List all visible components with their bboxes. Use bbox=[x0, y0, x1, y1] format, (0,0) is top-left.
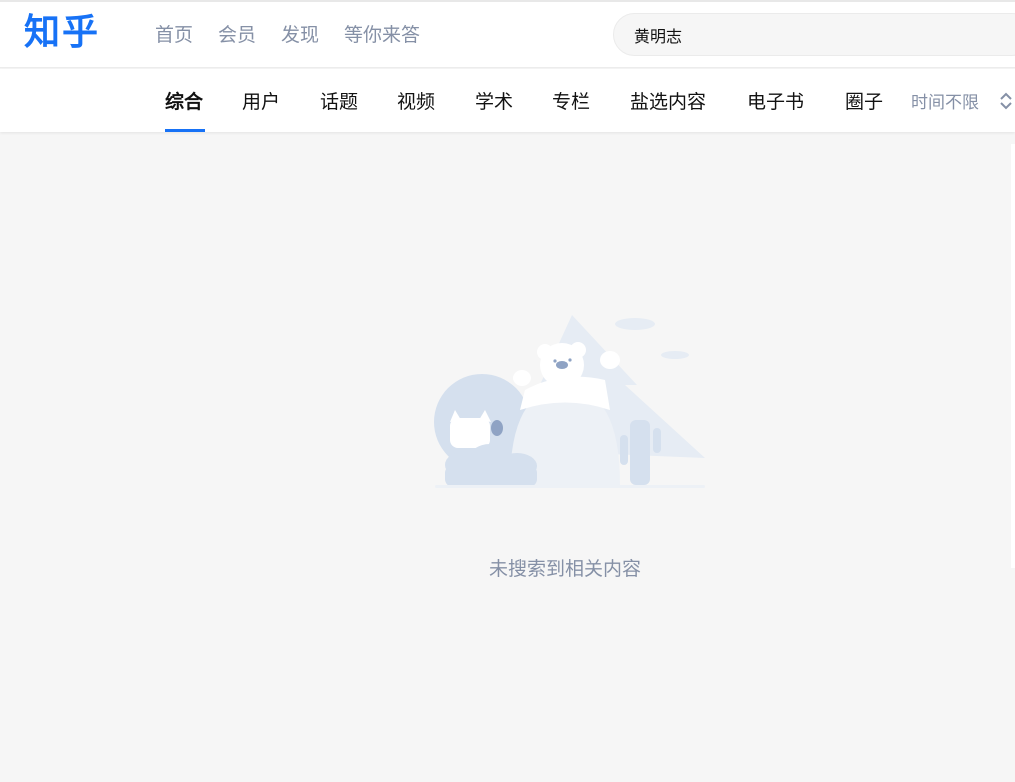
tab-salt-selection[interactable]: 盐选内容 bbox=[630, 89, 706, 115]
time-filter-select[interactable]: 时间不限 bbox=[911, 91, 979, 115]
search-box[interactable] bbox=[613, 13, 1015, 56]
top-header: 知乎 首页 会员 发现 等你来答 bbox=[0, 2, 1015, 68]
tab-circles[interactable]: 圈子 bbox=[845, 89, 883, 115]
zhihu-logo[interactable]: 知乎 bbox=[24, 12, 100, 54]
search-tab-bar: 综合 用户 话题 视频 学术 专栏 盐选内容 电子书 圈子 时间不限 bbox=[0, 69, 1015, 132]
tab-academic[interactable]: 学术 bbox=[475, 89, 513, 115]
tab-columns[interactable]: 专栏 bbox=[552, 89, 590, 115]
nav-discover[interactable]: 发现 bbox=[281, 22, 319, 48]
right-scroll-strip bbox=[1011, 144, 1015, 568]
nav-waiting-answers[interactable]: 等你来答 bbox=[344, 22, 420, 48]
empty-result-message: 未搜索到相关内容 bbox=[488, 558, 641, 580]
search-input[interactable] bbox=[634, 22, 994, 48]
active-tab-indicator bbox=[165, 129, 205, 132]
main-nav: 首页 会员 发现 等你来答 bbox=[155, 22, 445, 48]
tab-all[interactable]: 综合 bbox=[165, 89, 203, 115]
tab-ebooks[interactable]: 电子书 bbox=[747, 89, 804, 115]
sort-arrows-icon[interactable] bbox=[999, 90, 1013, 112]
empty-result-illustration bbox=[434, 315, 705, 488]
nav-home[interactable]: 首页 bbox=[155, 22, 193, 48]
nav-membership[interactable]: 会员 bbox=[218, 22, 256, 48]
tab-users[interactable]: 用户 bbox=[242, 89, 280, 115]
tab-videos[interactable]: 视频 bbox=[397, 89, 435, 115]
tab-topics[interactable]: 话题 bbox=[320, 89, 358, 115]
